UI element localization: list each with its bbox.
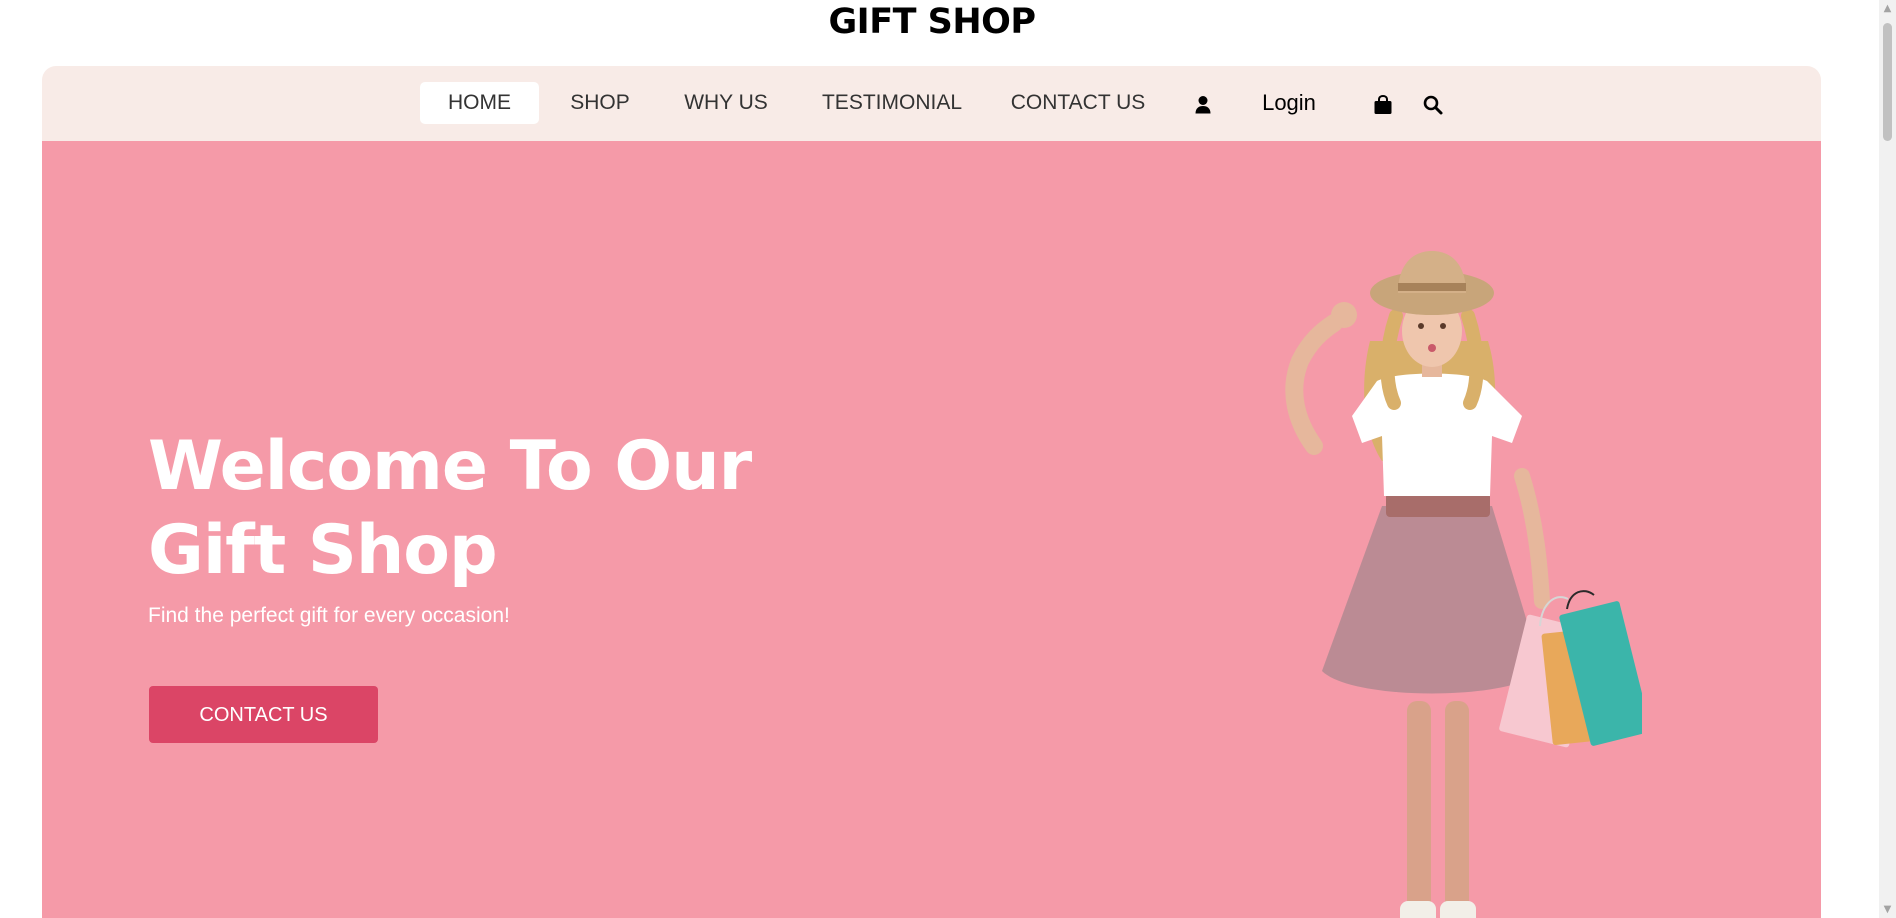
nav-item-shop[interactable]: SHOP (564, 82, 636, 124)
hero-title-line-1: Welcome To Our (148, 427, 752, 506)
nav-item-home[interactable]: HOME (420, 82, 539, 124)
hero-girl-image (1285, 251, 1642, 918)
shopping-bag-icon-glyph (1374, 94, 1392, 114)
search-icon-glyph (1423, 95, 1443, 115)
scroll-down-arrow-icon[interactable]: ▼ (1879, 901, 1896, 918)
site-title: GIFT SHOP (828, 2, 1036, 42)
hero-banner: Welcome To Our Gift Shop Find the perfec… (42, 141, 1821, 918)
search-icon[interactable] (1422, 94, 1444, 116)
hero-title-line-2: Gift Shop (148, 511, 498, 590)
user-icon-glyph (1195, 96, 1211, 114)
nav-item-contact-us[interactable]: CONTACT US (1003, 82, 1153, 124)
nav-item-why-us[interactable]: WHY US (677, 82, 775, 124)
nav-item-testimonial[interactable]: TESTIMONIAL (817, 82, 967, 124)
shopping-bag-icon[interactable] (1372, 94, 1394, 116)
contact-us-button[interactable]: CONTACT US (149, 686, 378, 743)
login-link[interactable]: Login (1254, 82, 1324, 124)
scroll-thumb[interactable] (1883, 23, 1892, 141)
page: GIFT SHOP HOME SHOP WHY US TESTIMONIAL C… (0, 0, 1896, 918)
hero-title: Welcome To Our Gift Shop (148, 425, 908, 593)
hero-subtitle: Find the perfect gift for every occasion… (148, 604, 510, 627)
user-icon[interactable] (1192, 94, 1214, 116)
scroll-up-arrow-icon[interactable]: ▲ (1879, 0, 1896, 17)
page-scrollbar[interactable]: ▲ ▼ (1879, 0, 1896, 918)
main-navbar: HOME SHOP WHY US TESTIMONIAL CONTACT US … (42, 66, 1821, 141)
